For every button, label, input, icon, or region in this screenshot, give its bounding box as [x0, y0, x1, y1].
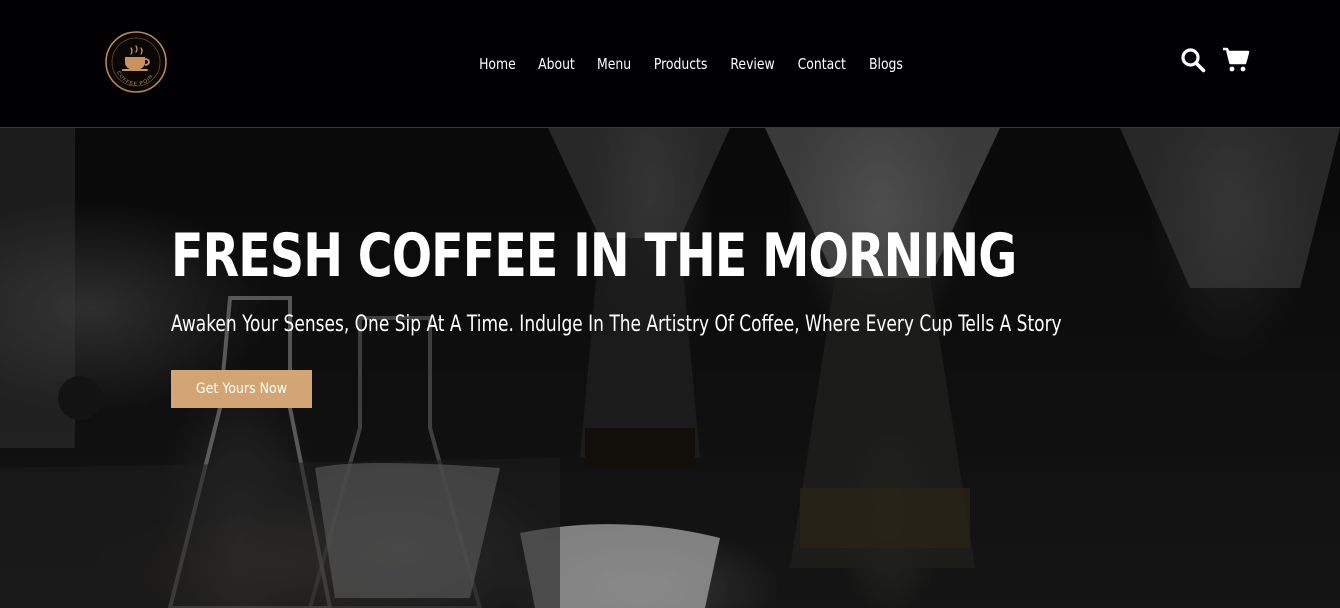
main-nav: Home About Menu Products Review Contact … — [468, 52, 914, 76]
nav-review[interactable]: Review — [722, 52, 784, 76]
nav-home[interactable]: Home — [470, 52, 524, 76]
nav-contact[interactable]: Contact — [789, 52, 855, 76]
coffee-point-logo[interactable]: COFFEE POINT — [102, 26, 168, 94]
hero-content: FRESH COFFEE IN THE MORNING Awaken Your … — [171, 220, 1151, 408]
hero-subtitle: Awaken Your Senses, One Sip At A Time. I… — [171, 312, 1062, 337]
hero-section: FRESH COFFEE IN THE MORNING Awaken Your … — [0, 128, 1340, 608]
hero-title: FRESH COFFEE IN THE MORNING — [171, 221, 1017, 291]
hero-overlay — [0, 128, 1340, 608]
cart-icon[interactable] — [1222, 47, 1250, 78]
nav-menu[interactable]: Menu — [588, 52, 640, 76]
header-actions — [1180, 46, 1250, 78]
nav-products[interactable]: Products — [645, 52, 716, 76]
get-yours-now-button[interactable]: Get Yours Now — [171, 370, 312, 408]
site-header: COFFEE POINT Home About Menu Products Re… — [0, 0, 1340, 128]
search-icon[interactable] — [1180, 47, 1206, 78]
nav-about[interactable]: About — [529, 52, 583, 76]
nav-blogs[interactable]: Blogs — [860, 52, 911, 76]
